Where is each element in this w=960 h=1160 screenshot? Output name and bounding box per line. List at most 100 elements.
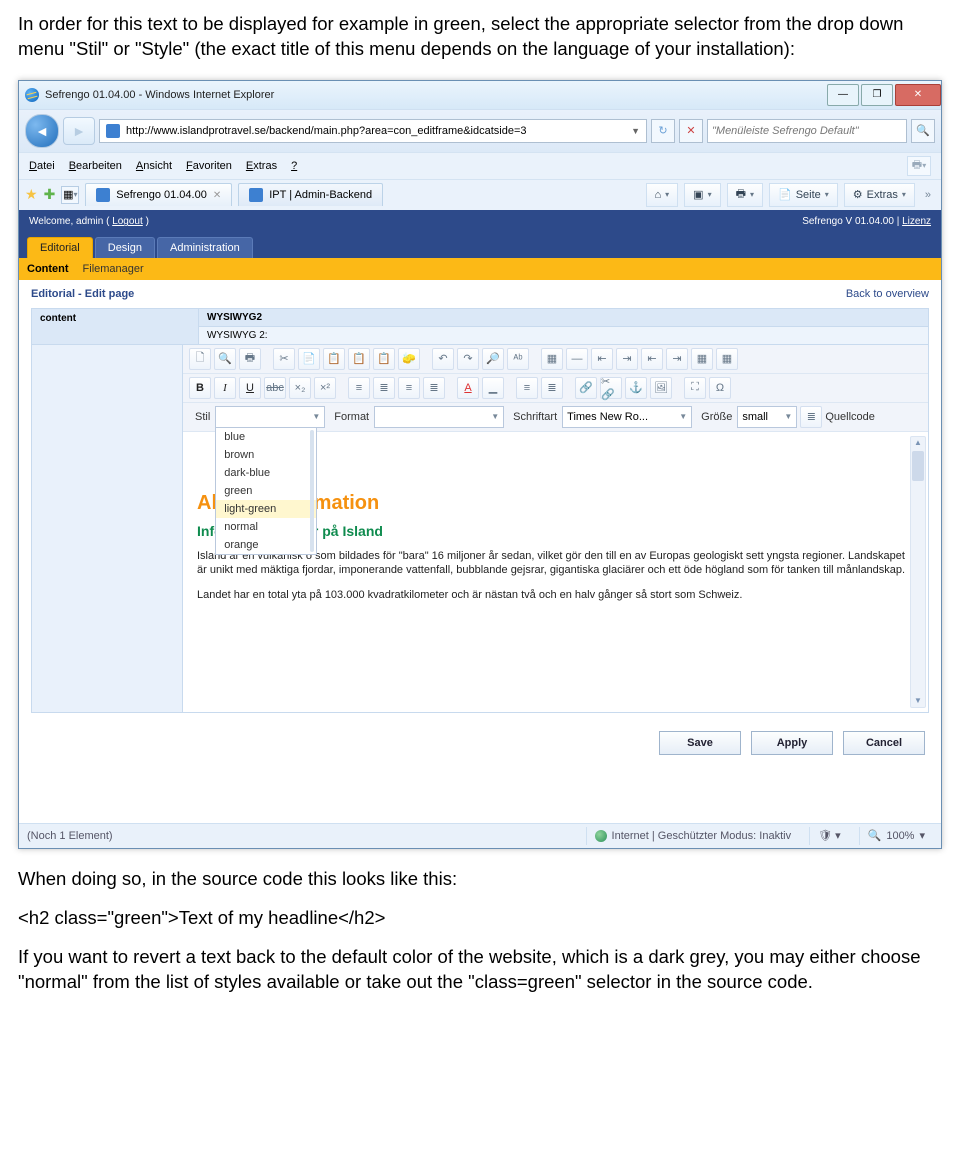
option-light-green[interactable]: light-green [216,500,316,518]
replace-icon[interactable]: ᴬᵇ [507,348,529,370]
strike-icon[interactable]: abc [264,377,286,399]
maintab-administration[interactable]: Administration [157,237,253,258]
extras-button[interactable]: ⚙ Extras▾ [844,183,915,207]
maximize-button[interactable]: ❐ [861,84,893,106]
cancel-button[interactable]: Cancel [843,731,925,755]
paste-icon[interactable]: 📋 [323,348,345,370]
search-button[interactable]: 🔍 [911,119,935,143]
option-normal[interactable]: normal [216,518,316,536]
subscript-icon[interactable]: ×₂ [289,377,311,399]
bg-color-icon[interactable]: ▁ [482,377,504,399]
align-justify-icon[interactable]: ≣ [423,377,445,399]
tab-close-icon[interactable]: ✕ [213,190,221,201]
align-center-icon[interactable]: ≣ [373,377,395,399]
bullist-icon[interactable]: ≣ [541,377,563,399]
subtab-filemanager[interactable]: Filemanager [83,263,144,275]
favorites-star-icon[interactable]: ★ [25,186,38,203]
option-blue[interactable]: blue [216,428,316,446]
tab-ipt[interactable]: IPT | Admin-Backend [238,183,383,206]
menu-help[interactable]: ? [291,160,297,172]
status-protected-icon[interactable]: 🛡 ▾ [809,827,849,845]
paste-text-icon[interactable]: 📋 [348,348,370,370]
format-select[interactable]: ▼ [374,406,504,428]
minimize-button[interactable]: — [827,84,859,106]
tab-sefrengo[interactable]: Sefrengo 01.04.00 ✕ [85,183,232,206]
style-select[interactable]: ▼ blue brown dark-blue green light-green… [215,406,325,428]
undo-icon[interactable]: ↶ [432,348,454,370]
cut-icon[interactable]: ✂ [273,348,295,370]
stop-button[interactable]: ✕ [679,119,703,143]
maintab-design[interactable]: Design [95,237,155,258]
feeds-button[interactable]: ▣▾ [684,183,720,207]
copy-icon[interactable]: 📄 [298,348,320,370]
size-select[interactable]: small▼ [737,406,797,428]
anchor-icon[interactable]: ⚓ [625,377,647,399]
page-icon[interactable]: 🖶 ▾ [907,156,931,176]
option-brown[interactable]: brown [216,446,316,464]
url-field[interactable]: http://www.islandprotravel.se/backend/ma… [99,119,647,143]
refresh-button[interactable]: ↻ [651,119,675,143]
paste-word-icon[interactable]: 📋 [373,348,395,370]
link-icon[interactable]: 🔗 [575,377,597,399]
rte-scrollbar[interactable]: ▲ ▼ [910,436,926,708]
grid-icon[interactable]: ▦ [716,348,738,370]
back-button[interactable]: ◄ [25,114,59,148]
license-link[interactable]: Lizenz [902,216,931,227]
new-doc-icon[interactable]: 🗋 [189,348,211,370]
home-button[interactable]: ⌂▾ [646,183,679,207]
print-icon[interactable]: 🖶 [239,348,261,370]
align-left-icon[interactable]: ≡ [348,377,370,399]
option-orange[interactable]: orange [216,536,316,554]
menu-bearbeiten[interactable]: Bearbeiten [69,160,122,172]
fullscreen-icon[interactable]: ⛶ [684,377,706,399]
superscript-icon[interactable]: ×² [314,377,336,399]
option-dark-blue[interactable]: dark-blue [216,464,316,482]
scroll-up-icon[interactable]: ▲ [911,437,925,449]
unlink-icon[interactable]: ✂🔗 [600,377,622,399]
menu-extras[interactable]: Extras [246,160,277,172]
close-button[interactable]: ✕ [895,84,941,106]
hr-icon[interactable]: — [566,348,588,370]
overflow-chevrons-icon[interactable]: » [921,189,935,201]
add-favorite-icon[interactable]: ✚ [44,186,56,203]
zoom-control[interactable]: 🔍 100% ▾ [859,827,933,845]
font-color-icon[interactable]: A [457,377,479,399]
url-dropdown-icon[interactable]: ▼ [631,126,640,136]
insert-table-icon[interactable]: ▦ [691,348,713,370]
indent-left-icon[interactable]: ⇤ [591,348,613,370]
menu-datei[interactable]: DDateiatei [29,160,55,172]
seite-button[interactable]: 📄 Seite▾ [769,183,838,207]
indent-right-icon[interactable]: ⇥ [616,348,638,370]
subtab-content[interactable]: Content [27,263,69,275]
align-right-icon[interactable]: ≡ [398,377,420,399]
clear-format-icon[interactable]: 🧽 [398,348,420,370]
logout-link[interactable]: Logout [112,216,143,227]
find-icon[interactable]: 🔎 [482,348,504,370]
scroll-thumb[interactable] [912,451,924,481]
quick-tabs-icon[interactable]: ▦ ▾ [61,186,79,204]
image-icon[interactable]: 🖼 [650,377,672,399]
outdent-icon[interactable]: ⇤ [641,348,663,370]
style-dropdown[interactable]: blue brown dark-blue green light-green n… [215,427,317,555]
indent-icon[interactable]: ⇥ [666,348,688,370]
bold-icon[interactable]: B [189,377,211,399]
table-icon[interactable]: ▦ [541,348,563,370]
numlist-icon[interactable]: ≡ [516,377,538,399]
search-field[interactable]: "Menüleiste Sefrengo Default" [707,119,907,143]
back-to-overview-link[interactable]: Back to overview [846,288,929,300]
redo-icon[interactable]: ↷ [457,348,479,370]
option-green[interactable]: green [216,482,316,500]
print-button[interactable]: 🖶▾ [727,183,763,207]
preview-icon[interactable]: 🔍 [214,348,236,370]
quellcode-label[interactable]: Quellcode [825,411,875,423]
menu-ansicht[interactable]: Ansicht [136,160,172,172]
menu-favoriten[interactable]: Favoriten [186,160,232,172]
forward-button[interactable]: ► [63,117,95,145]
italic-icon[interactable]: I [214,377,236,399]
quellcode-icon[interactable]: ≣ [800,406,822,428]
apply-button[interactable]: Apply [751,731,833,755]
omega-icon[interactable]: Ω [709,377,731,399]
underline-icon[interactable]: U [239,377,261,399]
font-select[interactable]: Times New Ro...▼ [562,406,692,428]
scroll-down-icon[interactable]: ▼ [911,695,925,707]
